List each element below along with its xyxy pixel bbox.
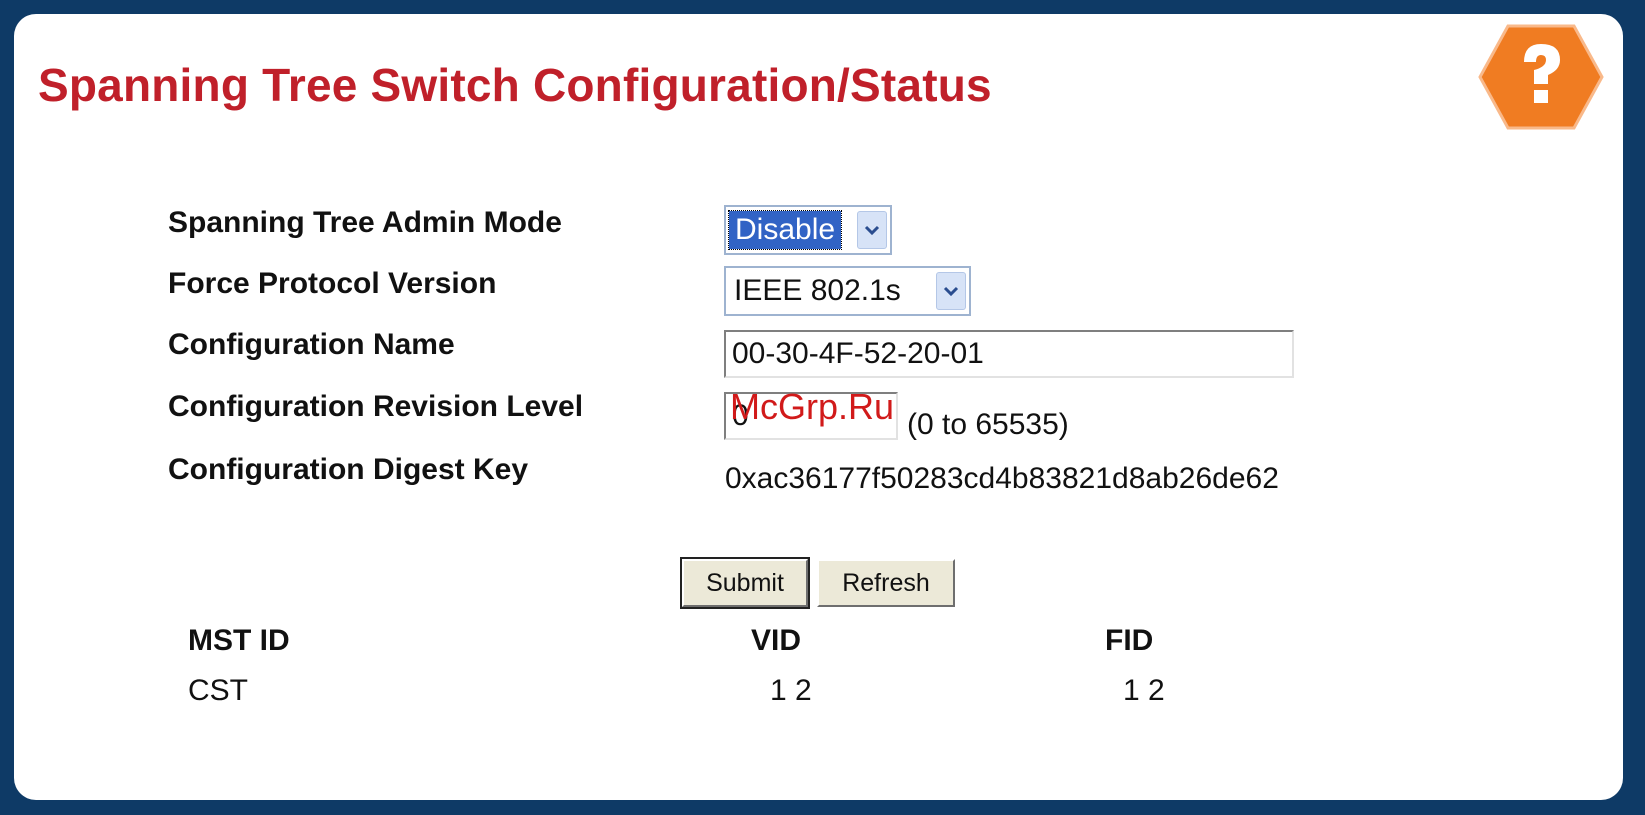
- admin-mode-value: Disable: [727, 210, 843, 250]
- page-title: Spanning Tree Switch Configuration/Statu…: [38, 59, 992, 111]
- revision-range-hint: (0 to 65535): [907, 408, 1069, 441]
- vid-header: VID: [751, 624, 802, 657]
- admin-mode-label: Spanning Tree Admin Mode: [168, 206, 562, 239]
- help-question-icon[interactable]: [1478, 22, 1604, 132]
- fid-cell: 1 2: [1123, 674, 1165, 707]
- mst-id-header: MST ID: [188, 624, 290, 657]
- revision-level-label: Configuration Revision Level: [168, 390, 584, 423]
- submit-button[interactable]: Submit: [680, 557, 810, 609]
- digest-key-value: 0xac36177f50283cd4b83821d8ab26de62: [725, 462, 1279, 495]
- configuration-name-label: Configuration Name: [168, 328, 455, 361]
- configuration-name-input[interactable]: 00-30-4F-52-20-01: [724, 330, 1294, 378]
- vid-cell: 1 2: [770, 674, 812, 707]
- watermark-text: McGrp.Ru: [730, 386, 895, 427]
- protocol-version-label: Force Protocol Version: [168, 267, 497, 300]
- refresh-button[interactable]: Refresh: [817, 559, 955, 607]
- digest-key-label: Configuration Digest Key: [168, 453, 529, 486]
- admin-mode-select[interactable]: Disable: [724, 205, 892, 255]
- mst-id-cell: CST: [188, 674, 248, 707]
- protocol-version-value: IEEE 802.1s: [734, 274, 901, 307]
- fid-header: FID: [1105, 624, 1154, 657]
- protocol-version-select[interactable]: IEEE 802.1s: [724, 266, 971, 316]
- chevron-down-icon[interactable]: [936, 272, 966, 310]
- chevron-down-icon[interactable]: [857, 211, 887, 249]
